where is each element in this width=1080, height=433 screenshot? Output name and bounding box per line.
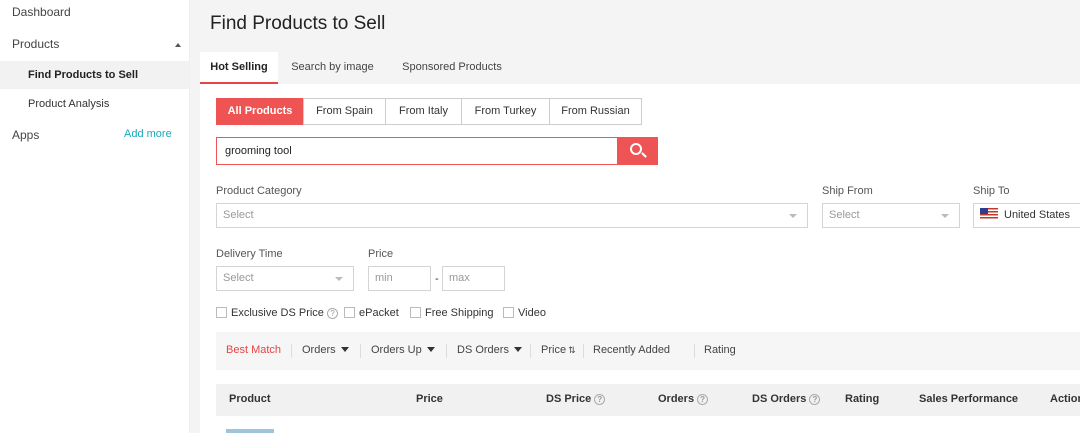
filter-from-russian[interactable]: From Russian [549, 98, 642, 125]
delivery-time-label: Delivery Time [216, 248, 283, 260]
checkbox-free-shipping[interactable]: Free Shipping [410, 306, 494, 320]
column-product: Product [229, 393, 271, 405]
caret-down-icon [513, 347, 522, 352]
product-category-select[interactable]: Select [216, 203, 808, 228]
ship-from-select[interactable]: Select [822, 203, 960, 228]
sidebar-item-product-analysis[interactable]: Product Analysis [0, 90, 189, 118]
sort-best-match[interactable]: Best Match [226, 344, 281, 356]
caret-down-icon [340, 347, 349, 352]
checkbox-exclusive-ds-price[interactable]: Exclusive DS Price? [216, 306, 338, 320]
column-sales-performance: Sales Performance [919, 393, 1019, 405]
filter-all-products[interactable]: All Products [216, 98, 304, 125]
filter-from-turkey[interactable]: From Turkey [461, 98, 550, 125]
price-label: Price [368, 248, 394, 260]
tab-hot-selling[interactable]: Hot Selling [200, 52, 278, 84]
page-title: Find Products to Sell [210, 13, 386, 34]
help-icon[interactable]: ? [809, 394, 821, 405]
tab-sponsored-products[interactable]: Sponsored Products [387, 52, 517, 84]
sort-price[interactable]: Price ⇅ [541, 344, 576, 356]
column-action: Action [1050, 393, 1080, 405]
sidebar-item-apps[interactable]: Apps [12, 128, 39, 142]
chevron-down-icon [789, 214, 797, 218]
product-thumbnail[interactable] [226, 429, 274, 433]
tab-search-by-image[interactable]: Search by image [280, 52, 385, 84]
price-max-input[interactable]: max [442, 266, 505, 291]
column-price: Price [416, 393, 443, 405]
price-separator: - [435, 273, 439, 285]
price-min-input[interactable]: min [368, 266, 431, 291]
sidebar-item-find-products[interactable]: Find Products to Sell [0, 61, 189, 89]
add-more-link[interactable]: Add more [124, 128, 172, 140]
checkbox-video[interactable]: Video [503, 306, 546, 320]
column-ds-orders: DS Orders? [752, 393, 821, 405]
search-input[interactable]: grooming tool [216, 137, 618, 165]
product-category-label: Product Category [216, 185, 302, 197]
sort-recently-added[interactable]: Recently Added [593, 344, 670, 356]
sidebar-item-products[interactable]: Products [12, 37, 59, 51]
column-orders: Orders? [658, 393, 709, 405]
ship-to-select[interactable]: United States [973, 203, 1080, 228]
delivery-time-select[interactable]: Select [216, 266, 354, 291]
content-panel: All Products From Spain From Italy From … [200, 84, 1080, 433]
help-icon[interactable]: ? [326, 308, 338, 319]
help-icon[interactable]: ? [594, 394, 606, 405]
us-flag-icon [980, 208, 998, 219]
search-button[interactable] [617, 137, 658, 165]
sort-orders[interactable]: Orders [302, 344, 349, 356]
help-icon[interactable]: ? [697, 394, 709, 405]
chevron-down-icon [941, 214, 949, 218]
column-ds-price: DS Price? [546, 393, 606, 405]
sidebar-item-dashboard[interactable]: Dashboard [12, 5, 71, 19]
caret-down-icon [426, 347, 435, 352]
column-rating: Rating [845, 393, 880, 405]
sort-ds-orders[interactable]: DS Orders [457, 344, 522, 356]
ship-to-label: Ship To [973, 185, 1010, 197]
filter-from-italy[interactable]: From Italy [385, 98, 462, 125]
table-header: Product Price DS Price? Orders? DS Order… [216, 384, 1080, 416]
checkbox-epacket[interactable]: ePacket [344, 306, 399, 320]
main-content: Find Products to Sell Hot Selling Search… [190, 0, 1080, 433]
sidebar: Dashboard Products Find Products to Sell… [0, 0, 190, 433]
sort-rating[interactable]: Rating [704, 344, 736, 356]
ship-from-label: Ship From [822, 185, 873, 197]
sort-orders-up[interactable]: Orders Up [371, 344, 435, 356]
chevron-up-icon[interactable] [175, 43, 181, 47]
chevron-down-icon [335, 277, 343, 281]
filter-from-spain[interactable]: From Spain [303, 98, 386, 125]
sort-bar: Best Match Orders Orders Up DS Orders Pr… [216, 332, 1080, 370]
sort-arrows-icon: ⇅ [568, 345, 576, 355]
